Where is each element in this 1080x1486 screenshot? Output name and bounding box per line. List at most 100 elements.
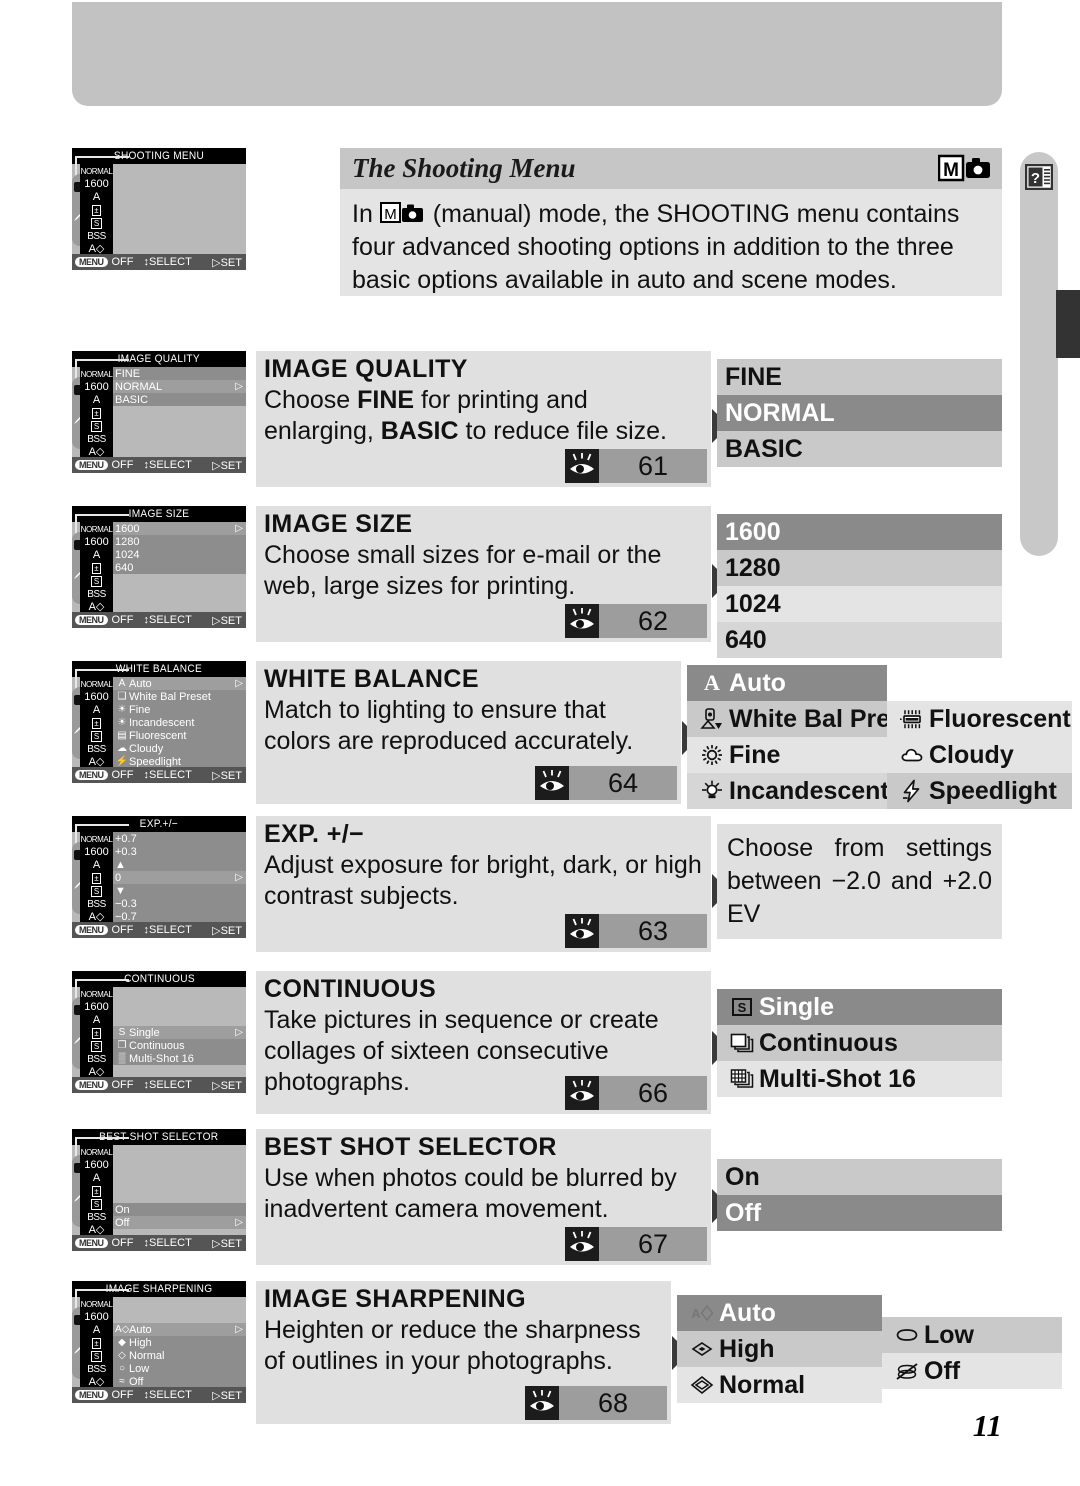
lcd-menu-item[interactable]: ☀ Incandescent (113, 716, 246, 729)
option-high[interactable]: High (677, 1331, 882, 1367)
option-label: 640 (725, 625, 767, 654)
lcd-menu-item[interactable]: A Auto ▷ (113, 677, 246, 690)
lcd-set-arrow: ▷ (235, 1027, 243, 1038)
exp-plus-minus-description: EXP. +/− Adjust exposure for bright, dar… (256, 816, 711, 952)
lcd-status-icon: S (90, 1350, 103, 1363)
option-single[interactable]: S Single (717, 989, 1002, 1025)
lcd-menu-item[interactable]: ❑ White Bal Preset (113, 690, 246, 703)
lcd-status-icon: A (92, 549, 101, 561)
option-fluorescent[interactable]: Fluorescent (887, 701, 1072, 737)
lcd-off-hint: OFF (111, 256, 134, 268)
lcd-status-icon: NORMAL (80, 835, 113, 844)
lcd-menu-item[interactable]: ☀ Fine (113, 703, 246, 716)
menu-button-badge[interactable]: MENU (75, 460, 108, 470)
lcd-menu-item[interactable]: BASIC (113, 393, 246, 406)
lcd-menu-item-label: Fluorescent (129, 729, 187, 742)
option-normal[interactable]: Normal (677, 1367, 882, 1403)
lcd-menu-item-label: −0.3 (115, 897, 137, 910)
lcd-menu-item[interactable]: ▤ Fluorescent (113, 729, 246, 742)
lcd-menu-item-label: 1280 (115, 535, 140, 548)
lcd-menu-list (113, 164, 246, 256)
menu-button-badge[interactable]: MENU (75, 1080, 108, 1090)
lcd-menu-item[interactable]: 1024 (113, 548, 246, 561)
option-1600[interactable]: 1600 (717, 514, 1002, 550)
exp-note-text: Choose from settings between −2.0 and +2… (727, 834, 992, 928)
lcd-status-icon: BSS (87, 231, 106, 242)
option-off[interactable]: Off (717, 1195, 1002, 1231)
lcd-status-icon: A (92, 1172, 101, 1184)
option-auto[interactable]: A Auto (677, 1295, 882, 1331)
lcd-menu-item[interactable]: 640 (113, 561, 246, 574)
lcd-status-icon: ± (92, 1028, 101, 1039)
option-continuous[interactable]: Continuous (717, 1025, 1002, 1061)
camera-lcd-screen: CONTINUOUS NORMAL 1600 A ± S BSS A◇ S Single ▷ ❐ C… (72, 971, 246, 1093)
option-1280[interactable]: 1280 (717, 550, 1002, 586)
lcd-set-hint: ▷SET (212, 924, 242, 937)
lcd-menu-item-label: Off (129, 1375, 144, 1388)
lcd-menu-item[interactable]: ▒ Multi-Shot 16 (113, 1052, 246, 1065)
option-low[interactable]: Low (882, 1317, 1062, 1353)
lcd-menu-item[interactable]: −0.3 (113, 897, 246, 910)
option-basic[interactable]: BASIC (717, 431, 1002, 467)
lcd-menu-item[interactable]: ○ Low (113, 1362, 246, 1375)
option-white-bal-preset[interactable]: White Bal Preset (687, 701, 926, 737)
lcd-menu-item[interactable]: ◆ High (113, 1336, 246, 1349)
option-on[interactable]: On (717, 1159, 1002, 1195)
lcd-menu-item[interactable]: 1600 ▷ (113, 522, 246, 535)
lcd-menu-item-label: +0.7 (115, 832, 137, 845)
image-quality-description: IMAGE QUALITY Choose FINE for printing a… (256, 351, 711, 487)
lcd-status-icon: NORMAL (80, 680, 113, 689)
menu-button-badge[interactable]: MENU (75, 770, 108, 780)
option-speedlight[interactable]: Speedlight (887, 773, 1072, 809)
lcd-menu-item[interactable]: On (113, 1203, 246, 1216)
menu-button-badge[interactable]: MENU (75, 257, 108, 267)
option-cloudy[interactable]: Cloudy (887, 737, 1072, 773)
intro-text-pre: In (352, 200, 380, 228)
white-balance-page-reference: 64 (535, 766, 677, 800)
lcd-menu-item[interactable]: FINE (113, 367, 246, 380)
lcd-menu-item[interactable]: 0 ▷ (113, 871, 246, 884)
lcd-thumbnail-continuous: CONTINUOUS NORMAL 1600 A ± S BSS A◇ S Single ▷ ❐ C… (72, 971, 256, 1093)
option-label: Auto (719, 1298, 776, 1327)
lcd-menu-item[interactable]: ▼ (113, 884, 246, 897)
option-label: FINE (725, 362, 782, 391)
image-size-page-reference: 62 (565, 604, 707, 638)
lcd-set-hint: ▷SET (212, 1237, 242, 1250)
menu-button-badge[interactable]: MENU (75, 1238, 108, 1248)
option-fine[interactable]: Fine (687, 737, 887, 773)
page-title: The Shooting Menu (352, 153, 576, 183)
intro-text-post: (manual) mode, the SHOOTING menu contain… (352, 200, 960, 294)
lcd-status-column: NORMAL 1600 A ± S BSS A◇ (80, 987, 113, 1079)
option-off[interactable]: Off (882, 1353, 1062, 1389)
option-multi-shot-16[interactable]: Multi-Shot 16 (717, 1061, 1002, 1097)
lcd-menu-item[interactable]: +0.3 (113, 845, 246, 858)
menu-button-badge[interactable]: MENU (75, 1390, 108, 1400)
option-1024[interactable]: 1024 (717, 586, 1002, 622)
lcd-status-icon: ± (92, 563, 101, 574)
option-640[interactable]: 640 (717, 622, 1002, 658)
image-size-body: Choose small sizes for e-mail or the web… (264, 541, 662, 600)
lcd-menu-item[interactable]: NORMAL ▷ (113, 380, 246, 393)
lcd-menu-item[interactable]: ◇ Normal (113, 1349, 246, 1362)
option-auto[interactable]: A Auto (687, 665, 887, 701)
lcd-status-icon: S (90, 885, 103, 898)
menu-button-badge[interactable]: MENU (75, 925, 108, 935)
lcd-off-hint: OFF (111, 1237, 134, 1249)
lcd-status-icon: 1600 (84, 846, 109, 858)
lcd-status-icon: NORMAL (80, 525, 113, 534)
normal-sharpening-icon (685, 1373, 719, 1397)
lcd-menu-item[interactable]: 1280 (113, 535, 246, 548)
lcd-menu-item[interactable]: Off ▷ (113, 1216, 246, 1229)
option-normal[interactable]: NORMAL (717, 395, 1002, 431)
lcd-menu-item[interactable]: ▲ (113, 858, 246, 871)
menu-button-badge[interactable]: MENU (75, 615, 108, 625)
lcd-status-icon: 1600 (84, 381, 109, 393)
lcd-menu-item[interactable]: A◇ Auto ▷ (113, 1323, 246, 1336)
lcd-menu-item[interactable]: ☁ Cloudy (113, 742, 246, 755)
lcd-menu-item[interactable]: S Single ▷ (113, 1026, 246, 1039)
lcd-menu-item[interactable]: +0.7 (113, 832, 246, 845)
option-fine[interactable]: FINE (717, 359, 1002, 395)
lcd-menu-item[interactable]: ❐ Continuous (113, 1039, 246, 1052)
option-incandescent[interactable]: Incandescent (687, 773, 889, 809)
lcd-status-icon: S (90, 217, 103, 230)
